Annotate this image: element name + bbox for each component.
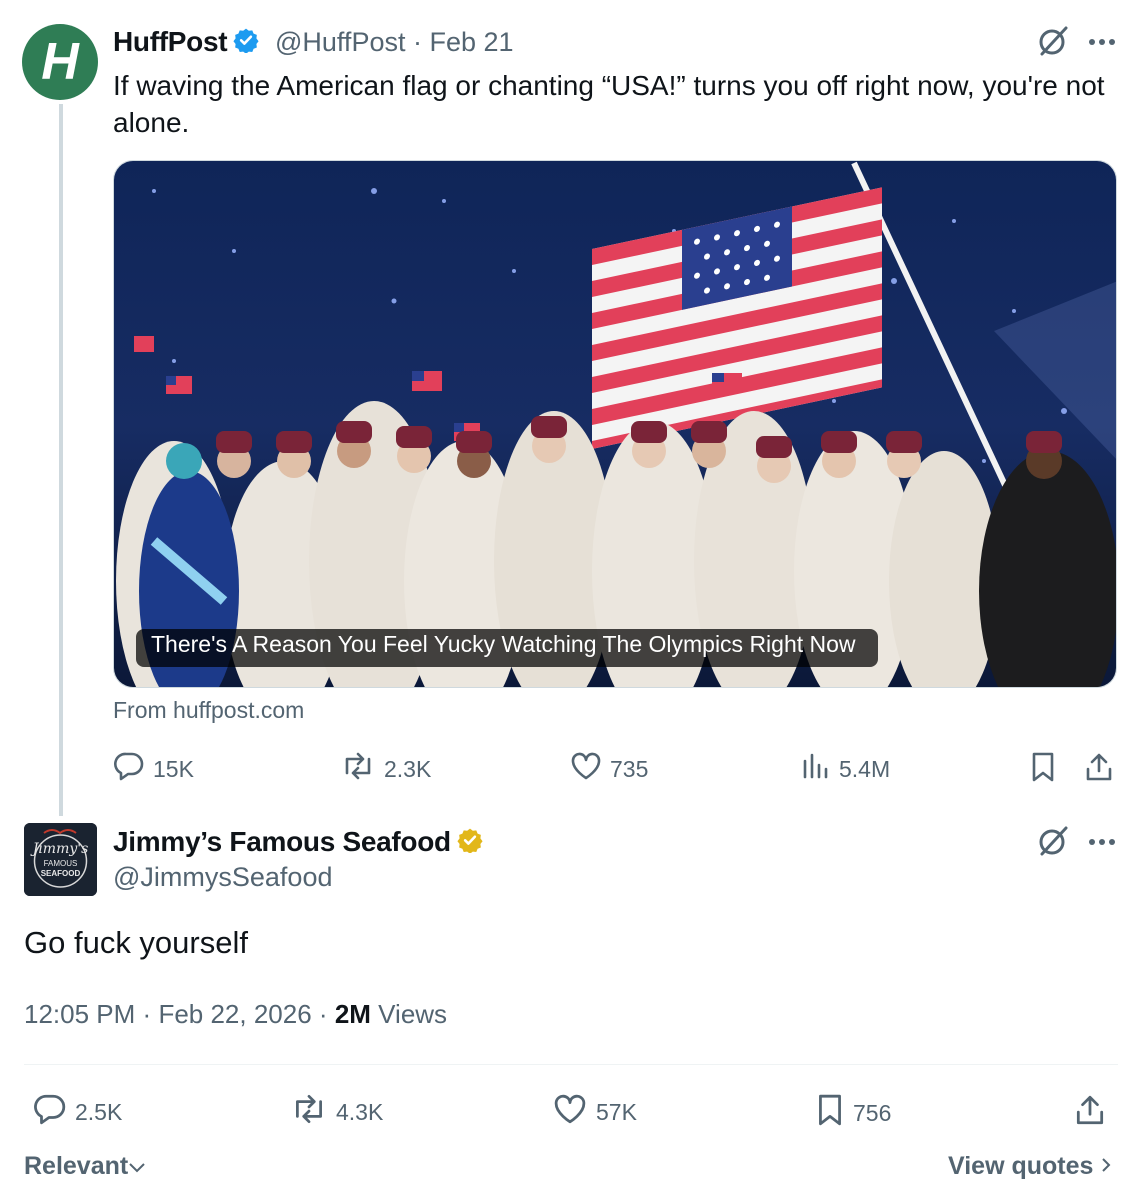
- author-name-row[interactable]: Jimmy’s Famous Seafood: [113, 826, 483, 860]
- grok-icon[interactable]: [1036, 24, 1070, 66]
- bookmark-icon: [815, 1093, 845, 1133]
- views-label: Views: [378, 999, 448, 1029]
- share-icon: [1084, 753, 1114, 788]
- chevron-right-icon: [1100, 1152, 1112, 1180]
- tweet-time[interactable]: 12:05 PM: [24, 999, 135, 1029]
- link-card-image[interactable]: [113, 160, 1117, 688]
- reply-icon: [113, 751, 145, 787]
- huffpost-avatar[interactable]: H: [22, 24, 98, 100]
- repost-button[interactable]: 4.3K: [290, 1093, 383, 1131]
- views-button[interactable]: 5.4M: [801, 751, 890, 787]
- view-quotes-label: View quotes: [948, 1152, 1094, 1180]
- grok-icon[interactable]: [1036, 824, 1070, 866]
- like-button[interactable]: 57K: [552, 1093, 637, 1131]
- share-button[interactable]: [1074, 1093, 1106, 1133]
- tweet-text: Go fuck yourself: [24, 925, 248, 960]
- analytics-icon: [801, 751, 831, 787]
- link-source[interactable]: From huffpost.com: [113, 697, 304, 724]
- repost-icon: [290, 1093, 328, 1131]
- heart-icon: [570, 751, 602, 787]
- reply-button[interactable]: 15K: [113, 751, 194, 787]
- share-icon: [1074, 1095, 1106, 1132]
- separator-dot: ·: [142, 999, 152, 1029]
- verified-badge-icon: [233, 27, 259, 60]
- avatar-line2: FAMOUS: [43, 859, 78, 868]
- divider: [24, 1064, 1118, 1065]
- like-count: 57K: [596, 1098, 637, 1125]
- views-count: 2M: [334, 999, 371, 1029]
- reply-button[interactable]: 2.5K: [33, 1093, 122, 1131]
- thread-line: [59, 104, 63, 816]
- tweet-date[interactable]: Feb 21: [430, 27, 514, 57]
- author-name-row[interactable]: HuffPost: [113, 26, 259, 60]
- tweet-text: If waving the American flag or chanting …: [113, 70, 1105, 138]
- repost-icon: [340, 751, 376, 787]
- heart-icon: [552, 1093, 588, 1131]
- sort-dropdown[interactable]: Relevant: [24, 1152, 146, 1181]
- author-handle[interactable]: @JimmysSeafood: [113, 862, 332, 893]
- bookmark-button[interactable]: 756: [815, 1093, 891, 1133]
- like-count: 735: [610, 755, 649, 782]
- bookmark-icon: [1029, 752, 1057, 788]
- chevron-down-icon: [128, 1152, 146, 1180]
- repost-count: 2.3K: [384, 755, 432, 782]
- author-name[interactable]: Jimmy’s Famous Seafood: [113, 826, 451, 857]
- view-quotes-link[interactable]: View quotes: [948, 1152, 1112, 1181]
- separator-dot: ·: [318, 999, 328, 1029]
- reply-count: 15K: [153, 755, 194, 782]
- author-name[interactable]: HuffPost: [113, 26, 228, 57]
- separator-dot: ·: [412, 27, 422, 57]
- link-card-headline[interactable]: There's A Reason You Feel Yucky Watching…: [151, 631, 856, 658]
- jimmys-seafood-avatar[interactable]: Jimmy's FAMOUS SEAFOOD: [24, 823, 97, 896]
- repost-button[interactable]: 2.3K: [340, 751, 431, 787]
- bookmark-button[interactable]: [1029, 751, 1057, 789]
- reply-icon: [33, 1093, 67, 1131]
- olympics-photo: [114, 161, 1116, 687]
- verified-gold-badge-icon: [457, 827, 483, 860]
- more-options-icon[interactable]: [1088, 822, 1116, 864]
- author-handle-date: @HuffPost · Feb 21: [275, 27, 514, 58]
- share-button[interactable]: [1084, 751, 1114, 789]
- sort-label: Relevant: [24, 1152, 129, 1180]
- like-button[interactable]: 735: [570, 751, 648, 787]
- tweet-date[interactable]: Feb 22, 2026: [158, 999, 311, 1029]
- more-options-icon[interactable]: [1088, 22, 1116, 64]
- views-count: 5.4M: [839, 755, 891, 782]
- author-handle[interactable]: @HuffPost: [275, 27, 405, 57]
- avatar-letter: H: [41, 33, 79, 91]
- avatar-line3: SEAFOOD: [40, 869, 81, 878]
- avatar-script-text: Jimmy's: [32, 841, 89, 857]
- repost-count: 4.3K: [336, 1098, 384, 1125]
- bookmark-count: 756: [853, 1099, 892, 1126]
- tweet-meta: 12:05 PM · Feb 22, 2026 · 2M Views: [24, 999, 447, 1030]
- reply-count: 2.5K: [75, 1098, 123, 1125]
